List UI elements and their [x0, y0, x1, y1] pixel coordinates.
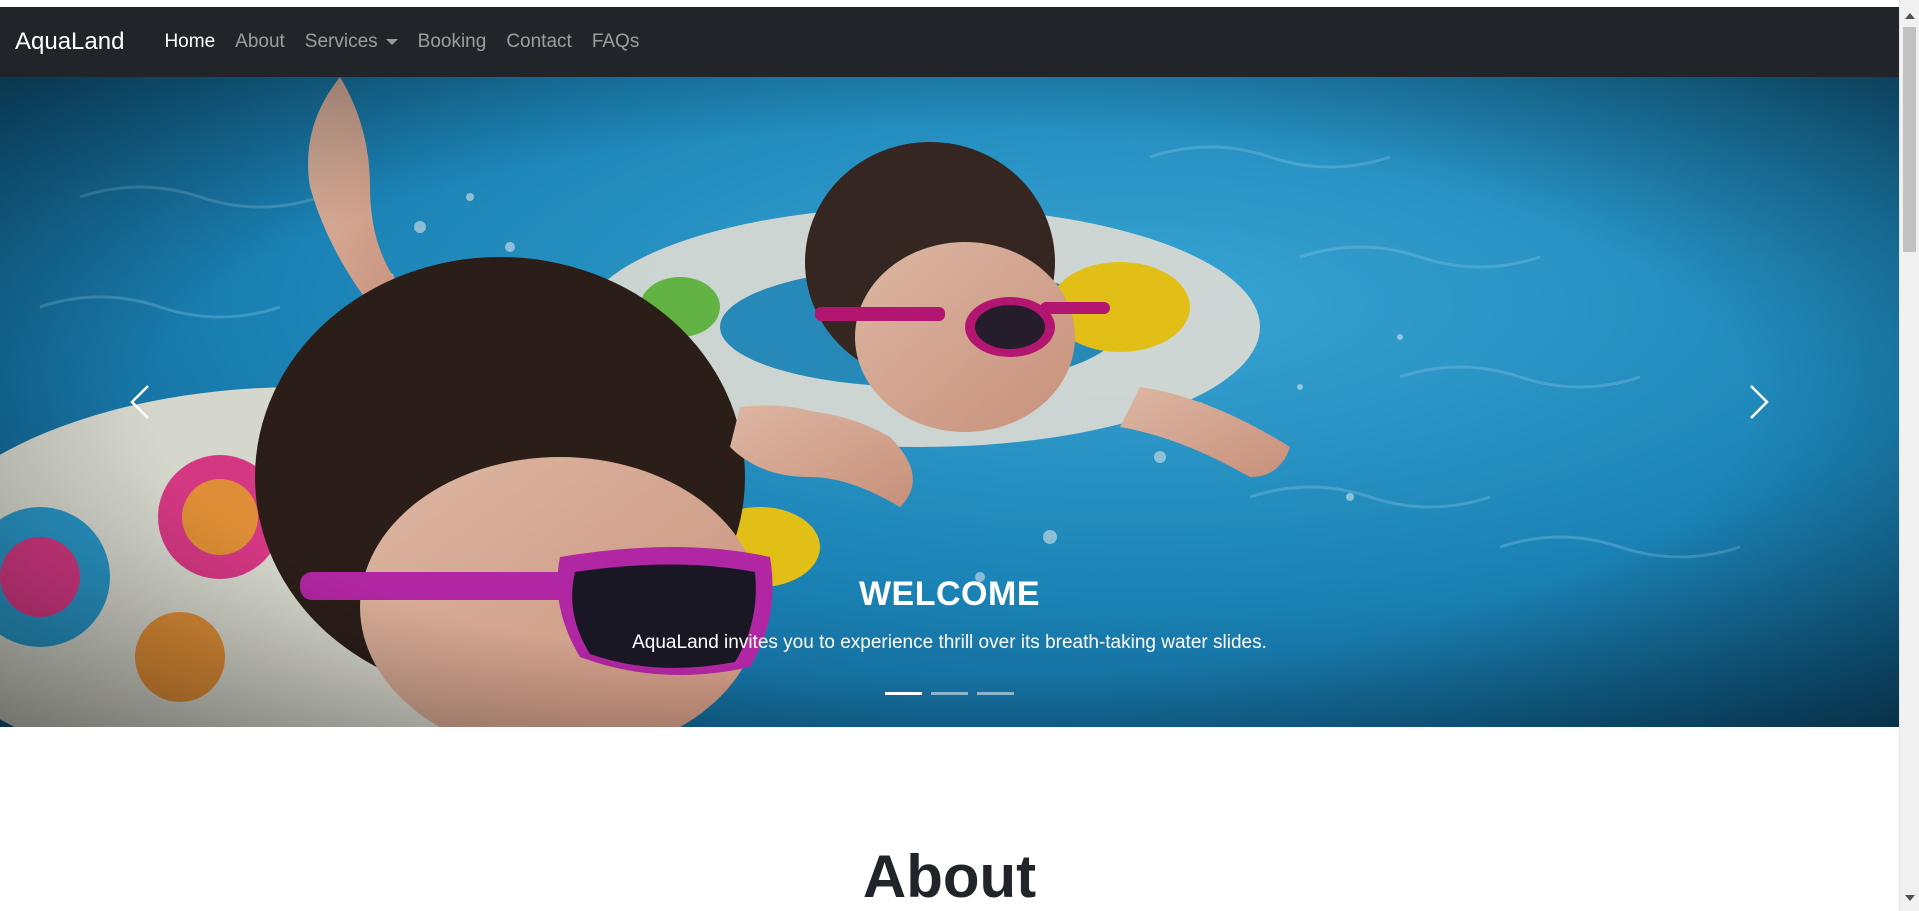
carousel-indicator-1[interactable] [885, 692, 922, 695]
carousel-caption: WELCOME AquaLand invites you to experien… [0, 575, 1899, 654]
top-strip [0, 0, 1899, 7]
scroll-up-arrow-icon[interactable] [1905, 13, 1915, 19]
caption-title: WELCOME [858, 575, 1041, 613]
carousel-indicators [0, 692, 1899, 695]
nav-menu: Home About Services Booking Contact FAQs [154, 31, 649, 53]
browser-viewport: AquaLand Home About Services Booking Con… [0, 0, 1919, 911]
nav-item-faqs[interactable]: FAQs [582, 31, 650, 53]
nav-item-home[interactable]: Home [154, 31, 225, 53]
nav-item-about[interactable]: About [225, 31, 295, 53]
nav-item-contact[interactable]: Contact [496, 31, 581, 53]
chevron-left-icon [130, 385, 149, 419]
caption-text: AquaLand invites you to experience thril… [632, 632, 1267, 653]
about-heading: About [862, 843, 1037, 910]
brand-logo[interactable]: AquaLand [15, 28, 124, 56]
caret-down-icon [385, 39, 398, 45]
vertical-scrollbar[interactable] [1899, 0, 1919, 911]
nav-item-services[interactable]: Services [295, 31, 408, 53]
nav-item-booking[interactable]: Booking [408, 31, 497, 53]
carousel-indicator-3[interactable] [977, 692, 1014, 695]
scroll-thumb[interactable] [1903, 27, 1916, 252]
page-content: AquaLand Home About Services Booking Con… [0, 7, 1899, 911]
hero-carousel: WELCOME AquaLand invites you to experien… [0, 77, 1899, 727]
navbar: AquaLand Home About Services Booking Con… [0, 7, 1899, 77]
nav-item-services-label: Services [304, 31, 378, 52]
scroll-down-arrow-icon[interactable] [1905, 895, 1915, 901]
carousel-indicator-2[interactable] [931, 692, 968, 695]
chevron-right-icon [1750, 385, 1769, 419]
